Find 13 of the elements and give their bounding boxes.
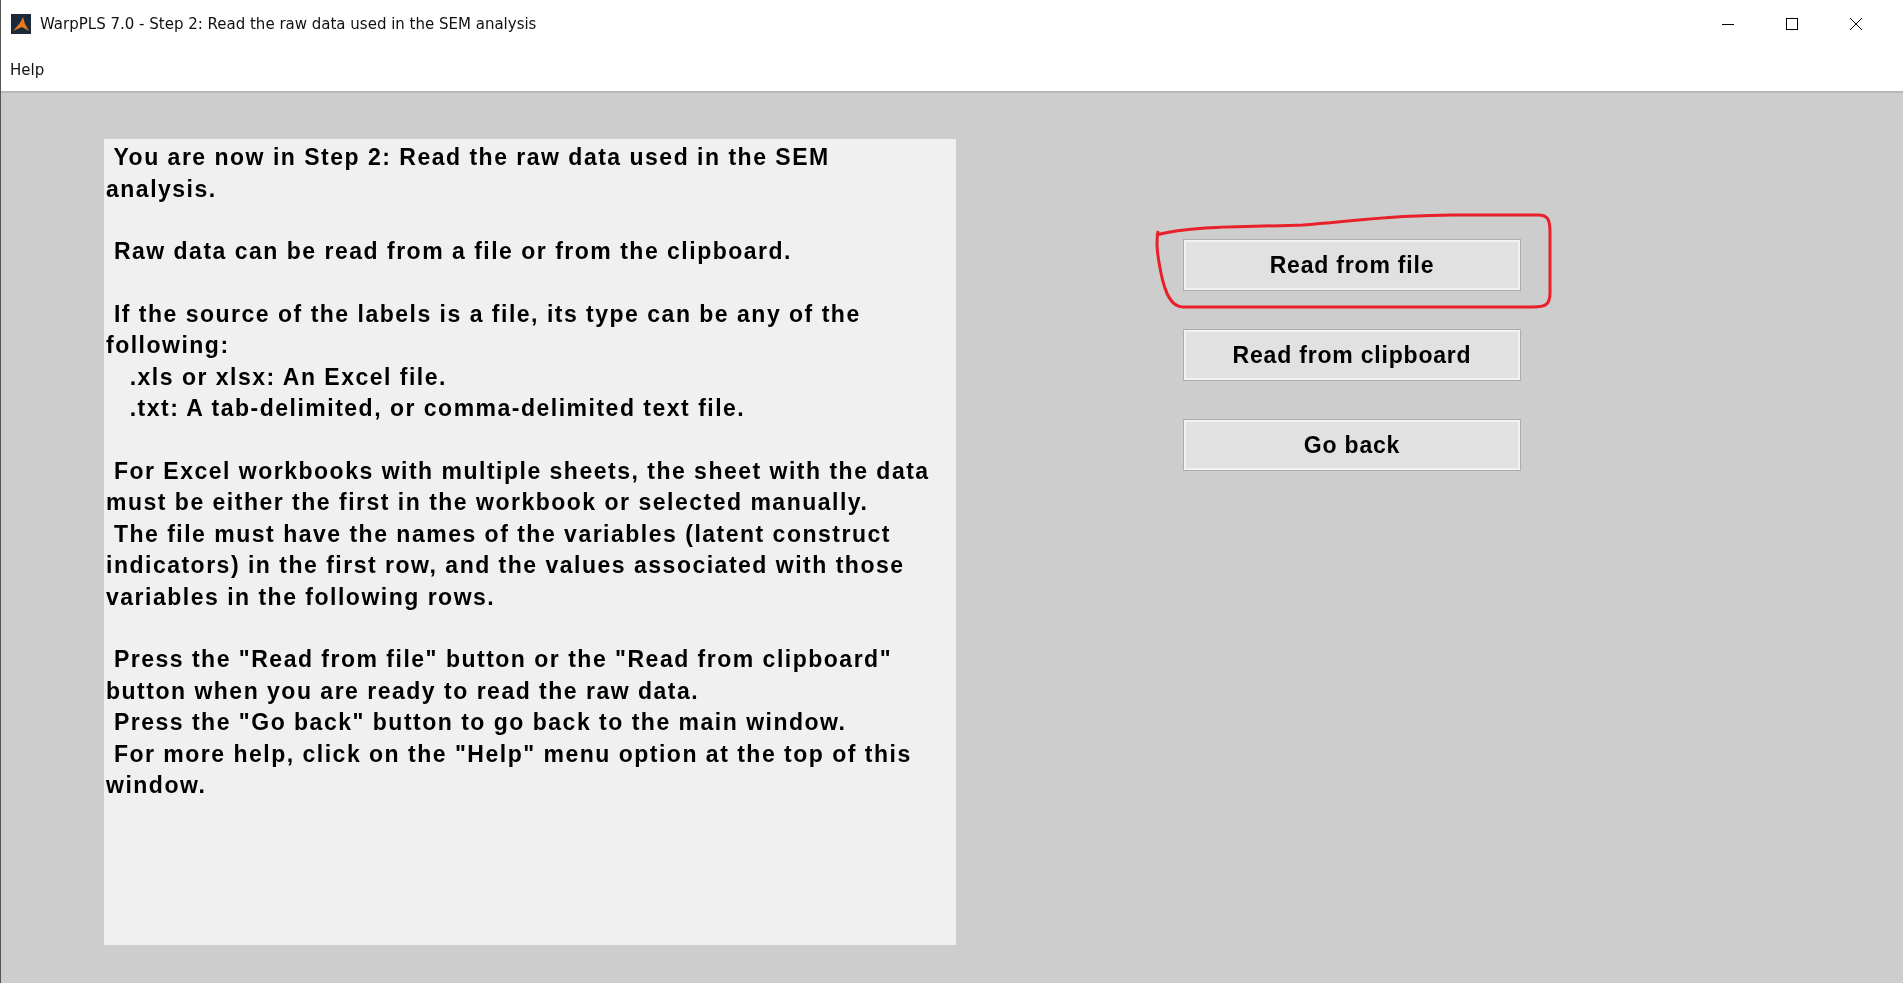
instruction-paragraph: For Excel workbooks with multiple sheets, the sheet with the data must be either the first in the workbook or selected manually. The file must have the names of the variables (latent construct indicators) in the first row, and the values associated with those variables in the following rows. <box>106 456 931 612</box>
menu-item[interactable]: Help <box>10 60 45 79</box>
window-title: WarpPLS 7.0 - Step 2: Read the raw data used in the SEM analysis <box>40 15 537 33</box>
app-icon <box>11 14 31 34</box>
action-button[interactable]: Read from clipboard <box>1183 329 1521 381</box>
instruction-paragraph: You are now in Step 2: Read the raw data used in the SEM analysis. <box>106 143 831 204</box>
action-button[interactable]: Read from file <box>1183 239 1521 291</box>
action-button[interactable]: Go back <box>1183 419 1521 471</box>
maximize-icon[interactable] <box>1785 17 1799 31</box>
instruction-paragraph: Raw data can be read from a file or from the clipboard. <box>112 237 793 266</box>
close-icon[interactable] <box>1849 17 1863 31</box>
instruction-paragraph: Press the "Read from file" button or the "Read from clipboard" button when you are ready to read the raw data. Press the "Go back" button to go back to the main window. For more help, click on the "Help" menu option at the top of this window. <box>106 645 913 800</box>
instruction-paragraph: If the source of the labels is a file, its type can be any of the following: .xls or xlsx: An Excel file. .txt: A tab-delimited, or comma-delimited text file. <box>106 299 862 423</box>
